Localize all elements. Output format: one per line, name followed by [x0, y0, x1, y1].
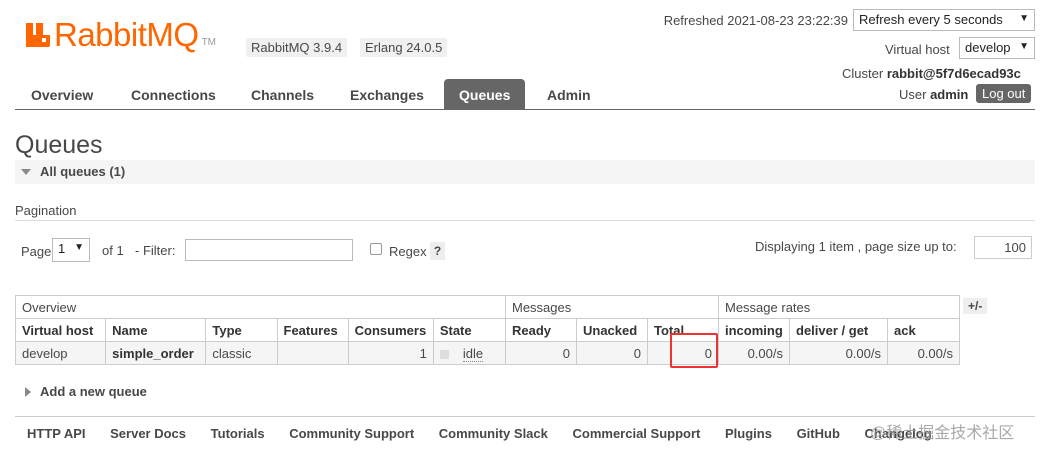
table-row: develop simple_order classic 1 idle 0 0 … [14, 341, 960, 365]
cell-vhost: develop [14, 341, 107, 365]
tab-connections[interactable]: Connections [131, 87, 216, 103]
column-header[interactable]: Virtual host [14, 318, 107, 342]
column-header[interactable]: Features [276, 318, 349, 342]
cell-ready: 0 [505, 341, 577, 365]
help-button[interactable]: ? [430, 242, 445, 260]
queues-table: Overview Messages Message rates Virtual … [14, 295, 960, 365]
footer-link-community-support[interactable]: Community Support [289, 426, 414, 441]
group-header-messages: Messages [505, 295, 719, 319]
refreshed-timestamp: Refreshed 2021-08-23 23:22:39 [663, 13, 848, 28]
column-header[interactable]: Name [105, 318, 207, 342]
page-number-value: 1 [58, 241, 66, 256]
footer-link-commercial-support[interactable]: Commercial Support [573, 426, 701, 441]
cell-type: classic [205, 341, 278, 365]
tab-admin[interactable]: Admin [547, 87, 591, 103]
tab-channels[interactable]: Channels [251, 87, 314, 103]
refresh-interval-value: Refresh every 5 seconds [859, 12, 1003, 27]
cell-features [276, 341, 349, 365]
dropdown-arrow-icon: ▼ [1019, 41, 1029, 52]
rabbitmq-logo[interactable]: RabbitMQ TM [26, 16, 217, 53]
footer-link-github[interactable]: GitHub [797, 426, 840, 441]
cell-ack: 0.00/s [887, 341, 960, 365]
footer-links: HTTP API Server Docs Tutorials Community… [27, 426, 953, 441]
column-toggle-button[interactable]: +/- [963, 298, 988, 314]
cell-consumers: 1 [347, 341, 434, 365]
footer-link-server-docs[interactable]: Server Docs [110, 426, 186, 441]
cell-state: idle [432, 341, 507, 365]
state-indicator-icon [439, 349, 449, 359]
column-header[interactable]: ack [887, 318, 960, 342]
erlang-version-badge: Erlang 24.0.5 [360, 38, 448, 57]
rabbitmq-version-badge: RabbitMQ 3.9.4 [246, 38, 348, 57]
page-size-input[interactable]: 100 [974, 236, 1032, 259]
cell-incoming: 0.00/s [718, 341, 790, 365]
displaying-count-label: Displaying 1 item , page size up to: [755, 239, 957, 254]
tab-exchanges[interactable]: Exchanges [350, 87, 424, 103]
column-header[interactable]: State [432, 318, 507, 342]
group-header-message-rates: Message rates [718, 295, 960, 319]
rabbit-logo-icon [26, 23, 50, 47]
dropdown-arrow-icon: ▼ [1019, 13, 1029, 24]
virtual-host-value: develop [965, 40, 1011, 55]
regex-checkbox[interactable] [370, 243, 382, 255]
group-header-overview: Overview [15, 295, 506, 319]
footer-link-http-api[interactable]: HTTP API [27, 426, 86, 441]
column-header[interactable]: Consumers [347, 318, 434, 342]
footer-link-tutorials[interactable]: Tutorials [211, 426, 265, 441]
highlight-annotation-box [670, 333, 718, 368]
all-queues-section-header[interactable]: All queues (1) [15, 160, 1035, 184]
column-header[interactable]: Ready [505, 318, 577, 342]
page-number-select[interactable]: 1 ▼ [52, 238, 90, 262]
add-queue-label: Add a new queue [40, 384, 147, 399]
virtual-host-select[interactable]: develop ▼ [959, 37, 1035, 59]
filter-input[interactable] [185, 239, 353, 261]
column-header[interactable]: Type [205, 318, 278, 342]
state-text: idle [462, 345, 484, 362]
watermark-text: @稀土掘金技术社区 [870, 425, 1015, 442]
collapse-triangle-icon [21, 169, 31, 175]
section-title: All queues (1) [40, 164, 126, 179]
filter-label: - Filter: [135, 243, 176, 258]
queue-name-link[interactable]: simple_order [105, 341, 207, 365]
footer-link-plugins[interactable]: Plugins [725, 426, 772, 441]
column-header[interactable]: Unacked [576, 318, 648, 342]
logo-trademark: TM [201, 37, 217, 48]
pagination-label: Pagination [15, 203, 77, 218]
tab-overview[interactable]: Overview [31, 87, 93, 103]
add-new-queue-section[interactable]: Add a new queue [25, 384, 147, 399]
divider [15, 220, 1035, 221]
page-label: Page [21, 244, 52, 259]
main-nav: Overview Connections Channels Exchanges … [15, 79, 1035, 110]
dropdown-arrow-icon: ▼ [74, 242, 84, 253]
logo-text: RabbitMQ [54, 16, 199, 53]
regex-label: Regex [389, 244, 427, 259]
tab-queues[interactable]: Queues [444, 79, 526, 110]
cell-deliver-get: 0.00/s [789, 341, 888, 365]
refresh-interval-select[interactable]: Refresh every 5 seconds ▼ [853, 9, 1035, 31]
column-header[interactable]: deliver / get [789, 318, 888, 342]
cell-unacked: 0 [576, 341, 648, 365]
virtual-host-label: Virtual host [885, 42, 950, 57]
page-count-label: of 1 [102, 243, 124, 258]
footer-link-community-slack[interactable]: Community Slack [439, 426, 548, 441]
page-title: Queues [15, 131, 103, 159]
divider [15, 416, 1035, 417]
column-header[interactable]: incoming [718, 318, 790, 342]
